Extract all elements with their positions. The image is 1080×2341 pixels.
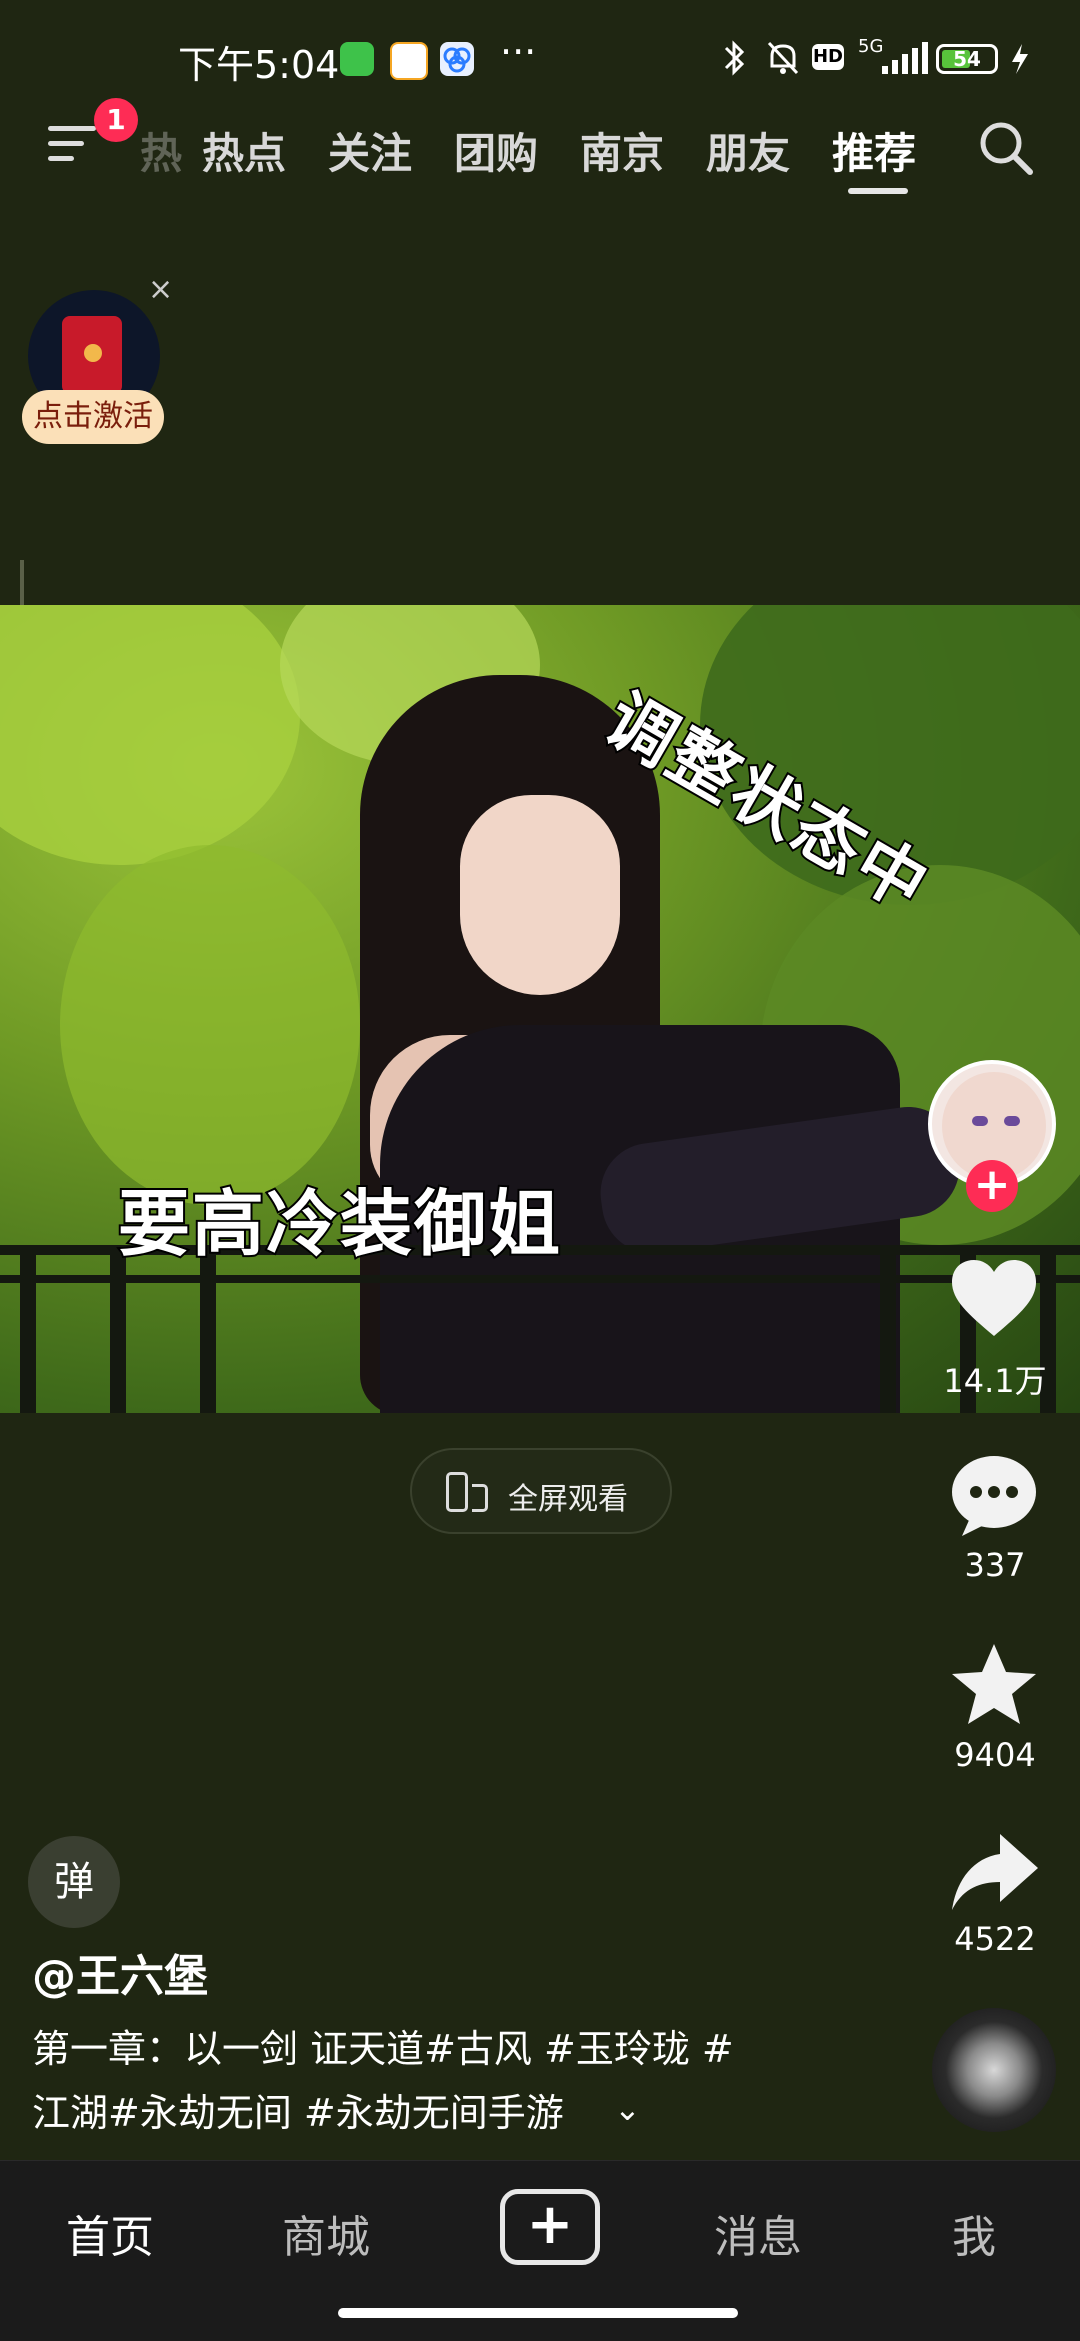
tab-group-buy[interactable]: 团购: [454, 120, 538, 181]
rotate-screen-icon: [446, 1472, 468, 1512]
more-notifications-icon: ···: [500, 30, 537, 74]
status-time: 下午5:04: [178, 43, 340, 87]
tab-recommend[interactable]: 推荐: [832, 120, 916, 181]
battery-icon: 54: [936, 44, 998, 74]
search-icon[interactable]: [976, 118, 1033, 178]
music-disc[interactable]: [932, 2008, 1056, 2132]
favorite-star-icon[interactable]: [948, 1642, 1040, 1728]
activate-button[interactable]: 点击激活: [22, 390, 164, 444]
wechat-notification-icon: [340, 42, 374, 76]
post-description-line1[interactable]: 第一章：以一剑 证天道#古风 #玉玲珑 #: [32, 2018, 734, 2073]
active-tab-indicator: [848, 188, 908, 194]
fullscreen-button[interactable]: 全屏观看: [410, 1448, 672, 1534]
mute-bell-icon: [764, 38, 802, 82]
share-arrow-icon[interactable]: [948, 1830, 1040, 1916]
bluetooth-icon: [720, 38, 750, 82]
menu-icon[interactable]: [48, 126, 96, 170]
signal-icon: [878, 40, 928, 80]
battery-level: 54: [953, 47, 981, 71]
home-indicator[interactable]: [338, 2308, 738, 2318]
tab-nanjing[interactable]: 南京: [580, 120, 664, 181]
tab-hot[interactable]: 热点: [202, 120, 286, 181]
tab-partial[interactable]: 热: [140, 120, 182, 181]
video-caption-left: 要高冷装御姐: [116, 1180, 563, 1268]
status-bar: 下午5:04 ··· HD 5G 54: [0, 0, 1080, 118]
video-player[interactable]: 调整状态中 要高冷装御姐: [0, 605, 1080, 1413]
nav-home[interactable]: 首页: [66, 2201, 154, 2265]
app-notification-icon: [440, 42, 474, 76]
notification-badge: 1: [94, 98, 138, 142]
comment-count: 337: [964, 1546, 1026, 1584]
like-heart-icon[interactable]: [948, 1256, 1040, 1342]
close-icon[interactable]: ×: [148, 272, 173, 307]
nav-messages[interactable]: 消息: [714, 2201, 802, 2265]
like-count: 14.1万: [943, 1362, 1047, 1400]
post-description-line2[interactable]: 江湖#永劫无间 #永劫无间手游: [32, 2082, 564, 2137]
follow-button[interactable]: +: [966, 1160, 1018, 1212]
charging-icon: [1008, 42, 1032, 80]
share-count: 4522: [954, 1920, 1036, 1958]
fullscreen-label: 全屏观看: [508, 1482, 628, 1517]
expand-chevron-icon[interactable]: ⌄: [614, 2090, 641, 2128]
red-envelope-icon: [62, 316, 122, 394]
nav-me[interactable]: 我: [952, 2201, 996, 2265]
person-face: [460, 795, 620, 995]
58-app-notification-icon: [390, 42, 428, 80]
hd-icon: HD: [812, 44, 844, 70]
danmaku-toggle-button[interactable]: 弹: [28, 1836, 120, 1928]
favorite-count: 9404: [954, 1736, 1036, 1774]
create-post-button[interactable]: +: [500, 2189, 600, 2265]
tab-following[interactable]: 关注: [328, 120, 412, 181]
author-name[interactable]: @王六堡: [32, 1940, 208, 2004]
nav-mall[interactable]: 商城: [282, 2201, 370, 2265]
comment-icon[interactable]: [948, 1452, 1040, 1538]
tab-friends[interactable]: 朋友: [706, 120, 790, 181]
